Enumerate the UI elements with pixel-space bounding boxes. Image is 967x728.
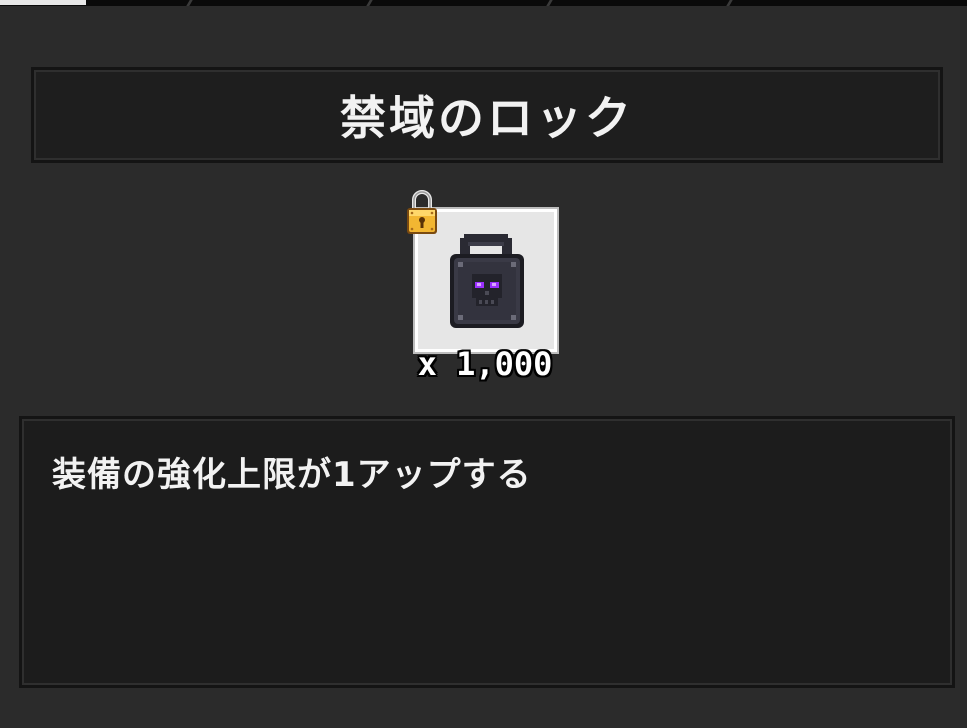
item-description: 装備の強化上限が1アップする (52, 455, 532, 495)
item-title-panel: 禁域のロック (31, 67, 943, 163)
top-tab-bar (0, 0, 967, 6)
item-description-panel: 装備の強化上限が1アップする (19, 416, 955, 688)
item-quantity: x 1,000 (417, 345, 553, 383)
item-title: 禁域のロック (340, 91, 634, 145)
tab-separator (546, 0, 553, 6)
tab-separator (366, 0, 373, 6)
item-detail-screen: 禁域のロック x 1,000 装備の強化上限が1アップする (0, 0, 967, 728)
gold-padlock-icon (407, 190, 437, 234)
item-display: x 1,000 (405, 189, 565, 389)
tab-separator (186, 0, 193, 6)
tab-separator (726, 0, 733, 6)
tab-stub[interactable] (0, 0, 86, 5)
